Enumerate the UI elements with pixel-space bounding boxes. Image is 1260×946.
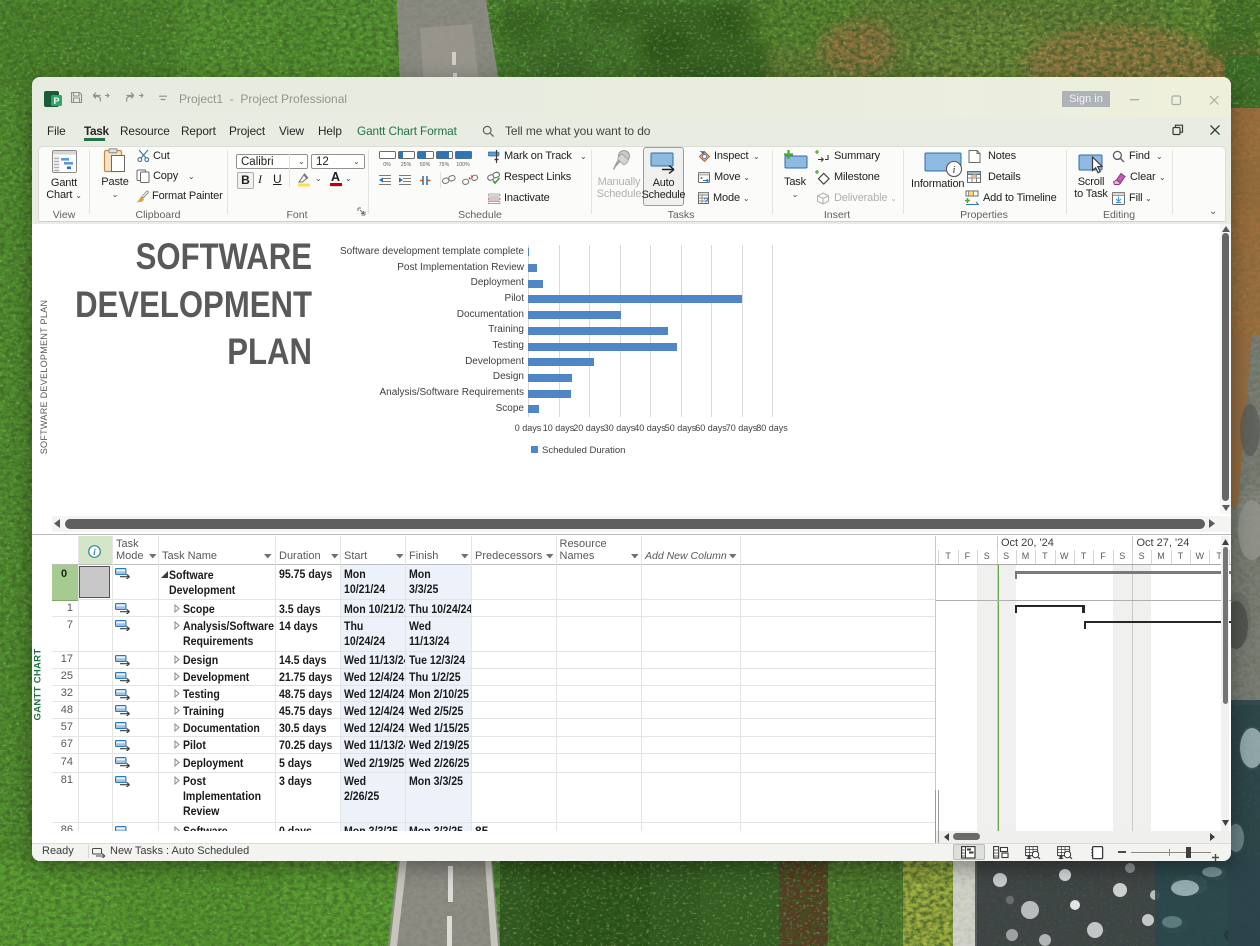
svg-text:100%: 100% — [456, 162, 470, 167]
svg-text:25%: 25% — [401, 162, 412, 167]
svg-text:?: ? — [703, 196, 708, 206]
svg-text:75%: 75% — [439, 162, 450, 167]
svg-text:50%: 50% — [420, 162, 431, 167]
svg-text:P: P — [53, 96, 59, 106]
svg-text:0%: 0% — [383, 162, 391, 167]
svg-text:i: i — [952, 164, 955, 176]
